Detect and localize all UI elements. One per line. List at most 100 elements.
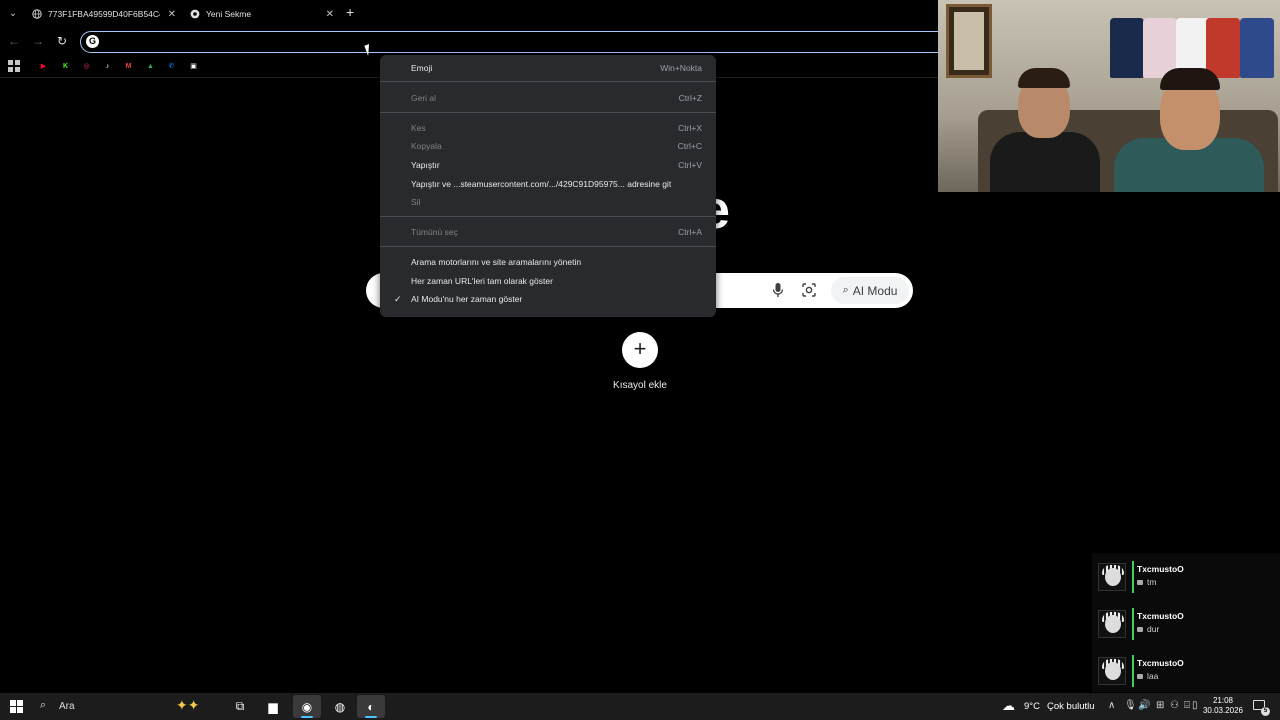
weather-temp: 9°C <box>1024 701 1040 712</box>
cloud-icon: ☁ <box>1002 698 1015 713</box>
new-tab-button[interactable]: + <box>346 4 354 20</box>
framed-portrait <box>946 4 992 78</box>
menu-item-label: Tümünü seç <box>411 227 458 237</box>
steam-icon[interactable]: ◐ <box>357 695 385 718</box>
weather-condition: Çok bulutlu <box>1047 701 1095 712</box>
copilot-sparkle-icon: ✦✦ <box>176 697 200 713</box>
chat-message-text: tm <box>1147 577 1157 587</box>
weather-widget[interactable]: ☁ 9°C Çok bulutlu <box>1002 693 1096 720</box>
volume-icon[interactable]: 🔊 <box>1138 700 1150 711</box>
menu-item-emoji[interactable]: Emoji Win+Nokta <box>380 59 716 77</box>
tab-title: Yeni Sekme <box>206 9 252 19</box>
menu-item-select-all[interactable]: Tümünü seç Ctrl+A <box>380 223 716 241</box>
add-shortcut-button[interactable]: + <box>622 332 658 368</box>
chrome-icon[interactable]: ◉ <box>293 695 321 718</box>
kick-icon[interactable]: K <box>60 61 71 72</box>
menu-item-paste[interactable]: Yapıştır Ctrl+V <box>380 156 716 174</box>
chat-accent-bar <box>1132 608 1134 640</box>
ai-mode-label: AI Modu <box>852 283 898 298</box>
drive-icon[interactable]: ▲ <box>145 61 156 72</box>
chat-message-text: laa <box>1147 671 1159 681</box>
menu-item-label: Yapıştır ve ...steamusercontent.com/.../… <box>411 179 672 189</box>
file-explorer-icon[interactable]: ▆ <box>259 695 287 718</box>
menu-item-shortcut: Win+Nokta <box>660 63 702 73</box>
network-icon[interactable]: ⊞ <box>1156 700 1164 711</box>
add-shortcut-label: Kısayol ekle <box>613 380 667 391</box>
display-icon[interactable]: ⌹ <box>1184 700 1190 711</box>
menu-item-shortcut: Ctrl+A <box>678 227 702 237</box>
menu-item-show-full-urls[interactable]: Her zaman URL'leri tam olarak göster <box>380 272 716 290</box>
tab-steam-image[interactable]: 773F1FBA49599D40F6B54C45 ✕ <box>32 2 176 26</box>
menu-separator <box>380 112 716 113</box>
microphone-icon[interactable] <box>771 282 785 298</box>
menu-item-cut[interactable]: Kes Ctrl+X <box>380 119 716 137</box>
jersey <box>1206 18 1240 78</box>
reload-icon[interactable]: ↻ <box>55 34 69 48</box>
chat-username: TxcmustoO <box>1137 658 1184 668</box>
task-view-icon[interactable]: ⧉ <box>226 695 254 718</box>
menu-item-label: Kopyala <box>411 141 442 151</box>
chat-text: laa <box>1137 671 1158 681</box>
people-icon[interactable]: ⚇ <box>1170 700 1179 711</box>
taskbar: ⌕ Ara ✦✦ ⧉ ▆ ◉ ◍ ◐ ☁ 9°C Çok bulutlu ∧ 🎙 🔊 ⊞ ⚇ ⌹ ▯… <box>0 693 1280 720</box>
chat-message: TxcmustoO dur <box>1098 606 1280 644</box>
taskbar-search-box[interactable]: ⌕ Ara ✦✦ <box>34 695 220 718</box>
chat-username: TxcmustoO <box>1137 564 1184 574</box>
tiktok-icon[interactable]: ♪ <box>102 61 113 72</box>
apps-grid-icon[interactable] <box>8 60 20 72</box>
chat-bubble-icon <box>1137 627 1143 632</box>
chrome-icon <box>190 9 200 19</box>
clock-date: 30.03.2026 <box>1202 706 1244 715</box>
menu-item-shortcut: Ctrl+C <box>677 141 702 151</box>
menu-item-label: Geri al <box>411 93 437 103</box>
instagram-icon[interactable]: ◎ <box>81 61 92 72</box>
person-hair <box>1018 68 1070 88</box>
chat-overlay: TxcmustoO tm TxcmustoO dur TxcmustoO laa <box>1092 553 1280 692</box>
ai-mode-button[interactable]: ⌕ AI Modu <box>831 277 909 304</box>
menu-item-shortcut: Ctrl+X <box>678 123 702 133</box>
jersey <box>1240 18 1274 78</box>
battery-icon[interactable]: ▯ <box>1192 700 1198 711</box>
menu-item-paste-and-go[interactable]: Yapıştır ve ...steamusercontent.com/.../… <box>380 175 716 193</box>
menu-item-manage-search-engines[interactable]: Arama motorlarını ve site aramalarını yö… <box>380 253 716 271</box>
messenger-icon[interactable]: ✆ <box>166 61 177 72</box>
obs-icon[interactable]: ◍ <box>326 695 354 718</box>
globe-icon <box>32 9 42 19</box>
chat-bubble-icon <box>1137 674 1143 679</box>
menu-item-copy[interactable]: Kopyala Ctrl+C <box>380 137 716 155</box>
extension-icon[interactable]: ▣ <box>188 61 199 72</box>
omnibox[interactable]: G <box>80 31 960 53</box>
gmail-icon[interactable]: M <box>123 61 134 72</box>
tab-search-chevron-icon[interactable]: ⌄ <box>4 6 22 22</box>
tab-title: 773F1FBA49599D40F6B54C45 <box>48 9 160 19</box>
address-input[interactable] <box>105 34 405 49</box>
menu-item-delete[interactable]: Sil <box>380 193 716 211</box>
menu-item-label: Yapıştır <box>411 160 440 170</box>
microphone-icon[interactable]: 🎙 <box>1124 700 1137 711</box>
google-lens-icon[interactable] <box>801 282 817 298</box>
avatar <box>1098 610 1126 638</box>
show-hidden-icons-chevron-icon[interactable]: ∧ <box>1108 700 1115 711</box>
tab-close-icon[interactable]: ✕ <box>326 9 334 20</box>
tab-new-tab[interactable]: Yeni Sekme ✕ <box>190 2 334 26</box>
clock[interactable]: 21:08 30.03.2026 <box>1200 693 1246 720</box>
back-icon[interactable]: ← <box>7 34 21 48</box>
chat-message-text: dur <box>1147 624 1160 634</box>
context-menu: Emoji Win+Nokta Geri al Ctrl+Z Kes Ctrl+X K… <box>380 55 716 317</box>
chat-username: TxcmustoO <box>1137 611 1184 621</box>
menu-item-label: Her zaman URL'leri tam olarak göster <box>411 276 553 286</box>
notification-center-icon[interactable]: 5 <box>1252 693 1274 720</box>
menu-item-always-show-ai-mode[interactable]: ✓ AI Modu'nu her zaman göster <box>380 290 716 308</box>
toolbar: ← → ↻ G <box>0 28 960 56</box>
youtube-icon[interactable]: ▶ <box>38 61 49 72</box>
menu-separator <box>380 216 716 217</box>
menu-item-label: Arama motorlarını ve site aramalarını yö… <box>411 257 582 267</box>
forward-icon[interactable]: → <box>31 34 45 48</box>
windows-start-icon[interactable] <box>10 700 23 713</box>
menu-item-shortcut: Ctrl+Z <box>678 93 702 103</box>
tab-close-icon[interactable]: ✕ <box>168 9 176 20</box>
menu-item-shortcut: Ctrl+V <box>678 160 702 170</box>
system-tray: ∧ 🎙 🔊 ⊞ ⚇ ⌹ ▯ <box>1104 693 1200 720</box>
person-hair <box>1160 68 1220 90</box>
menu-item-undo[interactable]: Geri al Ctrl+Z <box>380 89 716 107</box>
